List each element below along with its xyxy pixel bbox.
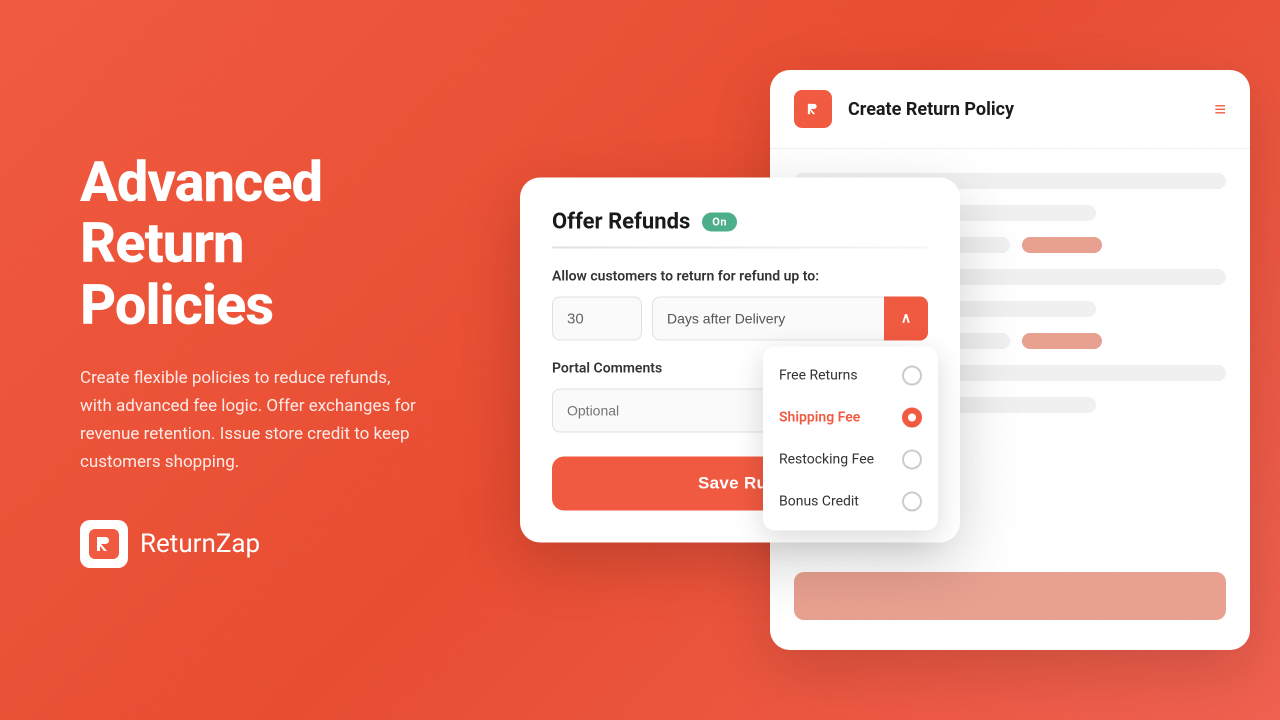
main-container: Advanced Return Policies Create flexible… [0, 0, 1280, 720]
days-select-wrapper: Free Returns Shipping Fee Restocking Fee [652, 297, 928, 341]
brand-logo-svg [89, 529, 119, 559]
left-panel: Advanced Return Policies Create flexible… [0, 92, 480, 629]
brand-logo [80, 520, 128, 568]
radio-free-returns[interactable] [902, 366, 922, 386]
app-header-title: Create Return Policy [848, 99, 1198, 120]
dropdown-menu: Free Returns Shipping Fee Restocking Fee [763, 347, 938, 531]
app-header: Create Return Policy ≡ [770, 70, 1250, 149]
bg-accent-2 [1022, 333, 1102, 349]
dropdown-label-free-returns: Free Returns [779, 368, 858, 384]
radio-restocking-fee[interactable] [902, 450, 922, 470]
brand-name-bold: Return [140, 529, 216, 559]
hamburger-icon[interactable]: ≡ [1214, 97, 1226, 122]
app-header-logo [794, 90, 832, 128]
headline: Advanced Return Policies [80, 152, 420, 337]
right-panel: Create Return Policy ≡ [480, 0, 1280, 720]
brand-name: ReturnZap [140, 529, 260, 559]
dropdown-label-shipping-fee: Shipping Fee [779, 410, 860, 426]
section-heading: Offer Refunds [552, 210, 690, 235]
dropdown-item-free-returns[interactable]: Free Returns [763, 355, 938, 397]
bg-accent-1 [1022, 237, 1102, 253]
headline-line1: Advanced [80, 149, 322, 215]
radio-bonus-credit[interactable] [902, 492, 922, 512]
dropdown-label-bonus-credit: Bonus Credit [779, 494, 859, 510]
toggle-badge[interactable]: On [702, 213, 737, 232]
dropdown-item-restocking-fee[interactable]: Restocking Fee [763, 439, 938, 481]
days-input[interactable] [552, 297, 642, 341]
headline-line2: Return Policies [80, 210, 273, 338]
days-input-row: Free Returns Shipping Fee Restocking Fee [552, 297, 928, 341]
bg-save-button [794, 572, 1226, 620]
subtext: Create flexible policies to reduce refun… [80, 364, 420, 476]
dropdown-item-shipping-fee[interactable]: Shipping Fee [763, 397, 938, 439]
refund-field-label: Allow customers to return for refund up … [552, 269, 928, 285]
radio-shipping-fee[interactable] [902, 408, 922, 428]
card-section-title: Offer Refunds On [552, 210, 928, 235]
main-card: Offer Refunds On Allow customers to retu… [520, 178, 960, 543]
select-chevron[interactable] [884, 297, 928, 341]
dropdown-item-bonus-credit[interactable]: Bonus Credit [763, 481, 938, 523]
dropdown-label-restocking-fee: Restocking Fee [779, 452, 874, 468]
brand: ReturnZap [80, 520, 420, 568]
header-logo-svg [802, 98, 824, 120]
card-divider [552, 247, 928, 249]
brand-name-light: Zap [216, 529, 260, 559]
